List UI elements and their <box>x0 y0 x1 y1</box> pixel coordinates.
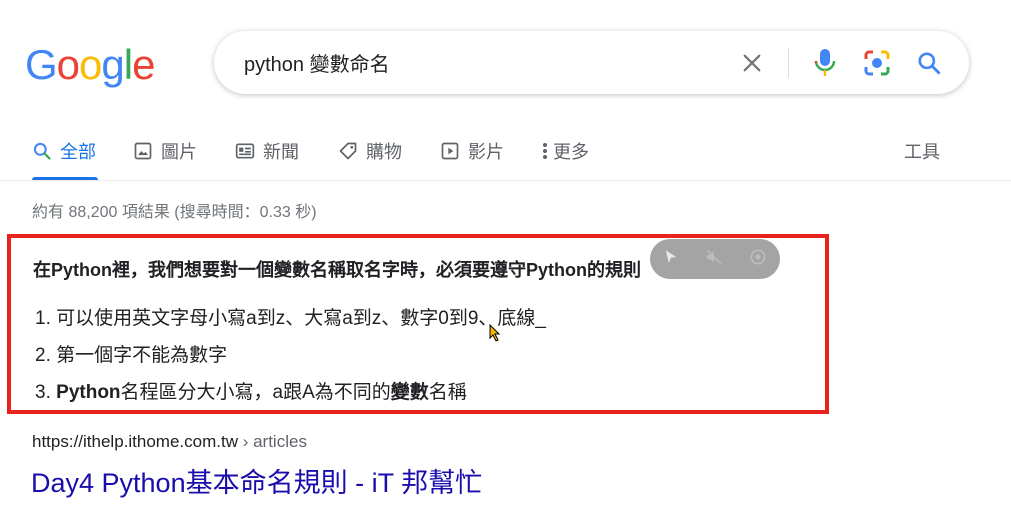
divider <box>788 47 789 78</box>
item-bold: Python <box>56 382 121 403</box>
tools-button[interactable]: 工具 <box>904 138 940 164</box>
clear-icon[interactable] <box>736 47 768 79</box>
item-text: 名稱 <box>428 382 467 403</box>
item-text: 名程區分大小寫，a跟A為不同的 <box>120 382 391 403</box>
search-input[interactable]: python 變數命名 <box>244 48 736 77</box>
mouse-cursor-icon <box>489 323 501 347</box>
result-stats: 約有 88,200 項結果 (搜尋時間：0.33 秒) <box>32 204 317 221</box>
google-logo[interactable]: G o o g l e <box>25 40 155 90</box>
search-icon <box>32 141 52 161</box>
item-number: 2. <box>35 345 51 366</box>
settings-icon[interactable] <box>748 247 768 272</box>
item-number: 1. <box>35 308 51 329</box>
tab-label: 全部 <box>60 142 96 162</box>
muted-icon[interactable] <box>704 248 724 271</box>
tab-label: 圖片 <box>161 142 197 162</box>
list-item: 2. 第一個字不能為數字 <box>35 337 546 374</box>
tab-images[interactable]: 圖片 <box>133 138 197 164</box>
tab-label: 影片 <box>468 142 504 162</box>
logo-letter: l <box>123 41 133 88</box>
tab-news[interactable]: 新聞 <box>235 138 299 164</box>
logo-letter: e <box>132 41 155 88</box>
news-icon <box>235 141 255 161</box>
search-tabs: 全部 圖片 新聞 購物 影片 更多 工具 <box>0 130 1011 180</box>
result-url[interactable]: https://ithelp.ithome.com.tw › articles <box>32 432 307 452</box>
logo-letter: G <box>25 41 58 88</box>
search-icon[interactable] <box>913 47 945 79</box>
snippet-list: 1. 可以使用英文字母小寫a到z、大寫a到z、數字0到9、底線_ 2. 第一個字… <box>35 300 546 411</box>
tab-label: 新聞 <box>263 142 299 162</box>
item-bold: 變數 <box>390 382 429 403</box>
url-host: https://ithelp.ithome.com.tw <box>32 432 238 451</box>
item-text: 可以使用英文字母小寫a到z、大寫a到z、數字0到9、底線_ <box>56 308 546 329</box>
list-item: 1. 可以使用英文字母小寫a到z、大寫a到z、數字0到9、底線_ <box>35 300 546 337</box>
tab-label: 購物 <box>366 142 402 162</box>
pointer-icon[interactable] <box>662 248 680 271</box>
logo-letter: o <box>79 41 102 88</box>
camera-lens-icon[interactable] <box>861 47 893 79</box>
logo-letter: o <box>56 41 80 88</box>
image-icon <box>133 141 153 161</box>
tab-more[interactable]: 更多 <box>541 138 589 164</box>
logo-letter: g <box>101 41 124 88</box>
snippet-title: 在Python裡，我們想要對一個變數名稱取名字時，必須要遵守Python的規則 <box>33 260 641 280</box>
floating-toolbar[interactable] <box>650 239 780 279</box>
more-vert-icon <box>541 141 549 161</box>
tag-icon <box>338 141 358 161</box>
tab-videos[interactable]: 影片 <box>440 138 504 164</box>
microphone-icon[interactable] <box>809 47 841 79</box>
item-number: 3. <box>35 382 51 403</box>
item-text: 第一個字不能為數字 <box>56 345 228 366</box>
list-item: 3. Python名程區分大小寫，a跟A為不同的變數名稱 <box>35 374 546 411</box>
search-box[interactable]: python 變數命名 <box>214 31 969 94</box>
play-icon <box>440 141 460 161</box>
result-title-link[interactable]: Day4 Python基本命名規則 - iT 邦幫忙 <box>31 461 482 500</box>
tab-label: 更多 <box>553 142 589 162</box>
url-breadcrumb: › articles <box>237 432 307 451</box>
tab-all[interactable]: 全部 <box>32 138 96 164</box>
tabs-divider <box>0 180 1011 181</box>
tab-shopping[interactable]: 購物 <box>338 138 402 164</box>
